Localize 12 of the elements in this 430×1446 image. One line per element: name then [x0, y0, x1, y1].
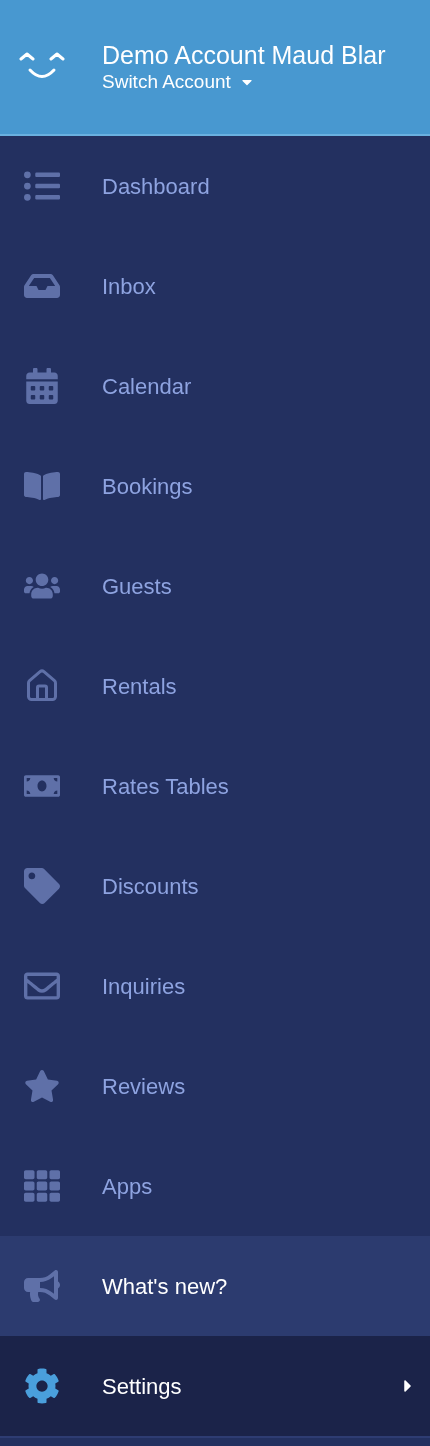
calendar-icon [24, 368, 60, 404]
account-name: Demo Account Maud Blar [102, 40, 386, 70]
list-icon [24, 168, 60, 204]
settings-icon [24, 1368, 60, 1404]
switch-account-button[interactable]: Switch Account [102, 70, 386, 94]
nav-item[interactable]: What's new? [0, 1236, 430, 1336]
star-icon [24, 1068, 60, 1104]
house-icon [24, 668, 60, 704]
tag-icon [24, 868, 60, 904]
megaphone-icon [24, 1268, 60, 1304]
nav-item[interactable]: Settings [0, 1336, 430, 1436]
grid-icon [24, 1168, 60, 1204]
